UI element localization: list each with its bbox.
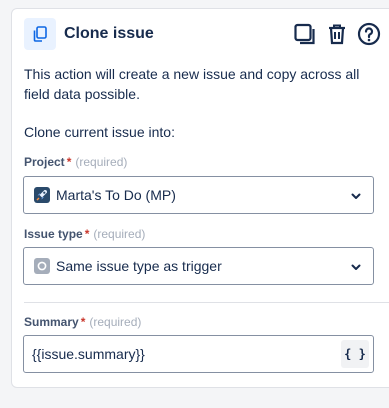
issue-type-label-text: Issue type	[24, 227, 83, 241]
project-select[interactable]: Marta's To Do (MP)	[23, 176, 374, 214]
required-star: *	[80, 315, 86, 329]
required-star: *	[66, 155, 72, 169]
help-icon[interactable]	[356, 21, 382, 47]
chevron-down-icon	[351, 193, 361, 199]
summary-label: Summary * (required)	[24, 315, 141, 329]
summary-input[interactable]: {{issue.summary}} { }	[23, 335, 374, 373]
required-hint: (required)	[89, 315, 142, 329]
delete-icon[interactable]	[324, 21, 350, 47]
project-value: Marta's To Do (MP)	[56, 187, 176, 203]
required-hint: (required)	[93, 227, 146, 241]
duplicate-icon[interactable]	[292, 21, 318, 47]
issue-type-value: Same issue type as trigger	[56, 258, 222, 274]
issue-type-icon	[34, 258, 50, 274]
summary-label-text: Summary	[24, 315, 79, 329]
section-divider	[24, 302, 389, 303]
issue-type-label: Issue type * (required)	[24, 227, 145, 241]
required-star: *	[84, 227, 90, 241]
required-hint: (required)	[75, 155, 128, 169]
clone-icon	[24, 18, 56, 50]
clone-into-heading: Clone current issue into:	[24, 124, 175, 140]
panel-header: Clone issue	[24, 18, 384, 52]
chevron-down-icon	[351, 264, 361, 270]
project-rocket-icon	[34, 187, 50, 203]
smart-value-button[interactable]: { }	[341, 340, 369, 368]
project-label-text: Project	[24, 155, 65, 169]
summary-value: {{issue.summary}}	[32, 346, 145, 362]
action-description: This action will create a new issue and …	[24, 66, 360, 102]
project-label: Project * (required)	[24, 155, 127, 169]
issue-type-select[interactable]: Same issue type as trigger	[23, 247, 374, 285]
page-title: Clone issue	[64, 25, 154, 42]
